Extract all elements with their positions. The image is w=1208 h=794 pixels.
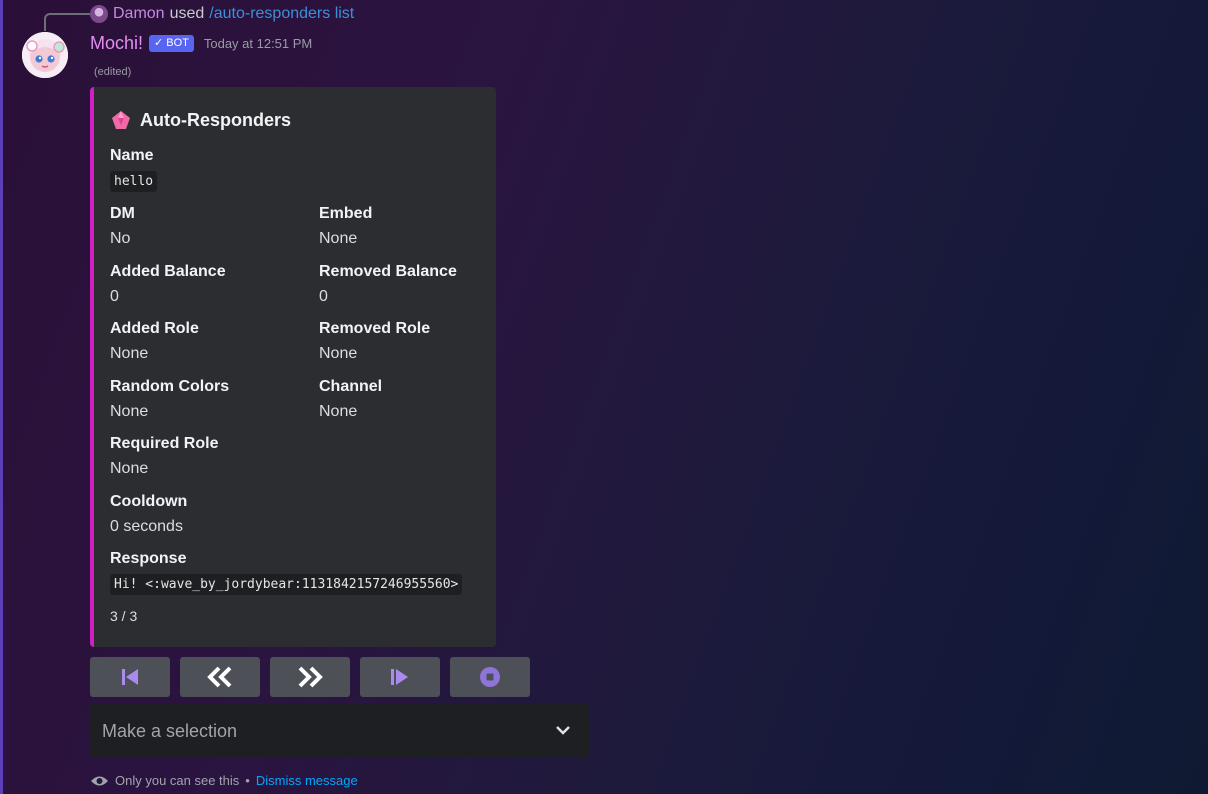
- bot-name[interactable]: Mochi!: [90, 33, 143, 54]
- command-usage-line: Damon used /auto-responders list: [90, 4, 354, 24]
- field-cooldown-label: Cooldown: [110, 493, 188, 510]
- field-name-value: hello: [110, 171, 158, 192]
- bot-avatar[interactable]: [22, 32, 68, 78]
- field-added-balance-value: 0: [110, 288, 119, 305]
- embed-title: Auto-Responders: [110, 109, 291, 131]
- last-page-icon: [391, 669, 408, 685]
- stop-icon: [480, 667, 500, 687]
- reply-connector-line: [44, 13, 90, 31]
- field-removed-role-value: None: [319, 345, 358, 362]
- field-removed-balance-label: Removed Balance: [319, 263, 457, 280]
- embed-footer-page-count: 3 / 3: [110, 608, 138, 624]
- field-removed-role-label: Removed Role: [319, 320, 431, 337]
- field-cooldown-value: 0 seconds: [110, 518, 183, 535]
- field-added-role-label: Added Role: [110, 320, 199, 337]
- select-placeholder: Make a selection: [102, 721, 238, 741]
- first-page-button[interactable]: [90, 657, 170, 697]
- field-added-role-value: None: [110, 345, 149, 362]
- used-text: used: [169, 5, 205, 22]
- field-added-balance-label: Added Balance: [110, 263, 226, 280]
- stop-button[interactable]: [450, 657, 530, 697]
- next-page-icon: [298, 666, 323, 688]
- user-avatar-small[interactable]: [90, 5, 108, 23]
- message-header: Mochi! ✓ BOT Today at 12:51 PM: [90, 32, 312, 54]
- previous-page-button[interactable]: [180, 657, 260, 697]
- bot-tag-label: BOT: [166, 36, 189, 49]
- field-response-value: Hi! <:wave_by_jordybear:1131842157246955…: [110, 574, 463, 595]
- command-user-name[interactable]: Damon: [113, 5, 165, 23]
- field-dm-label: DM: [110, 205, 135, 222]
- field-embed-label: Embed: [319, 205, 373, 222]
- dismiss-message-link[interactable]: Dismiss message: [256, 773, 358, 788]
- field-removed-balance-value: 0: [319, 288, 328, 305]
- field-response-label: Response: [110, 550, 187, 567]
- field-required-role-value: None: [110, 460, 149, 477]
- select-menu[interactable]: Make a selection: [90, 704, 589, 757]
- field-embed-value: None: [319, 230, 358, 247]
- command-name[interactable]: /auto-responders list: [209, 5, 354, 23]
- field-channel-value: None: [319, 403, 358, 420]
- first-page-icon: [122, 669, 138, 685]
- field-required-role-label: Required Role: [110, 435, 219, 452]
- checkmark-icon: ✓: [154, 36, 164, 49]
- field-name-label: Name: [110, 147, 154, 164]
- eye-icon: [91, 776, 108, 785]
- message-timestamp[interactable]: Today at 12:51 PM: [204, 36, 312, 51]
- ephemeral-notice: Only you can see this • Dismiss message: [90, 773, 358, 788]
- ephemeral-text: Only you can see this: [115, 773, 240, 788]
- embed-card: Auto-Responders Name hello DM No Embed N…: [90, 87, 496, 647]
- field-channel-label: Channel: [319, 378, 383, 395]
- bot-tag: ✓ BOT: [149, 34, 194, 52]
- field-random-colors-value: None: [110, 403, 149, 420]
- previous-page-icon: [207, 666, 232, 688]
- chevron-down-icon: [556, 726, 570, 735]
- field-random-colors-label: Random Colors: [110, 378, 230, 395]
- pink-gem-icon: [112, 111, 130, 129]
- left-accent-bar: [0, 0, 3, 794]
- ephemeral-separator: •: [245, 773, 250, 788]
- embed-title-text: Auto-Responders: [140, 109, 292, 130]
- field-dm-value: No: [110, 230, 131, 247]
- next-page-button[interactable]: [270, 657, 350, 697]
- edited-label: (edited): [94, 66, 132, 78]
- last-page-button[interactable]: [360, 657, 440, 697]
